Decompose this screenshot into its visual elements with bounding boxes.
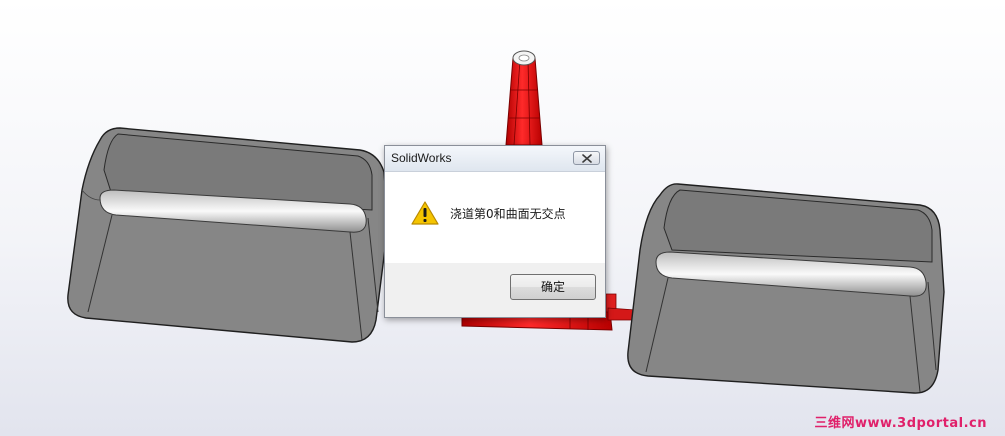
dialog-footer: 确定 <box>385 263 605 317</box>
left-part[interactable] <box>67 127 389 343</box>
warning-icon <box>411 201 439 225</box>
dialog-body: 浇道第0和曲面无交点 <box>385 172 605 263</box>
ok-button[interactable]: 确定 <box>510 274 596 300</box>
right-part[interactable] <box>627 183 945 394</box>
dialog-titlebar[interactable]: SolidWorks <box>385 146 605 172</box>
watermark-text: 三维网www.3dportal.cn <box>814 416 987 431</box>
close-button[interactable] <box>573 151 600 165</box>
dialog-title: SolidWorks <box>391 151 452 165</box>
message-dialog: SolidWorks 浇道第0和曲面无交点 确定 <box>384 145 606 318</box>
close-icon <box>582 154 592 163</box>
dialog-message: 浇道第0和曲面无交点 <box>450 207 566 221</box>
sprue-runner[interactable] <box>505 50 543 146</box>
